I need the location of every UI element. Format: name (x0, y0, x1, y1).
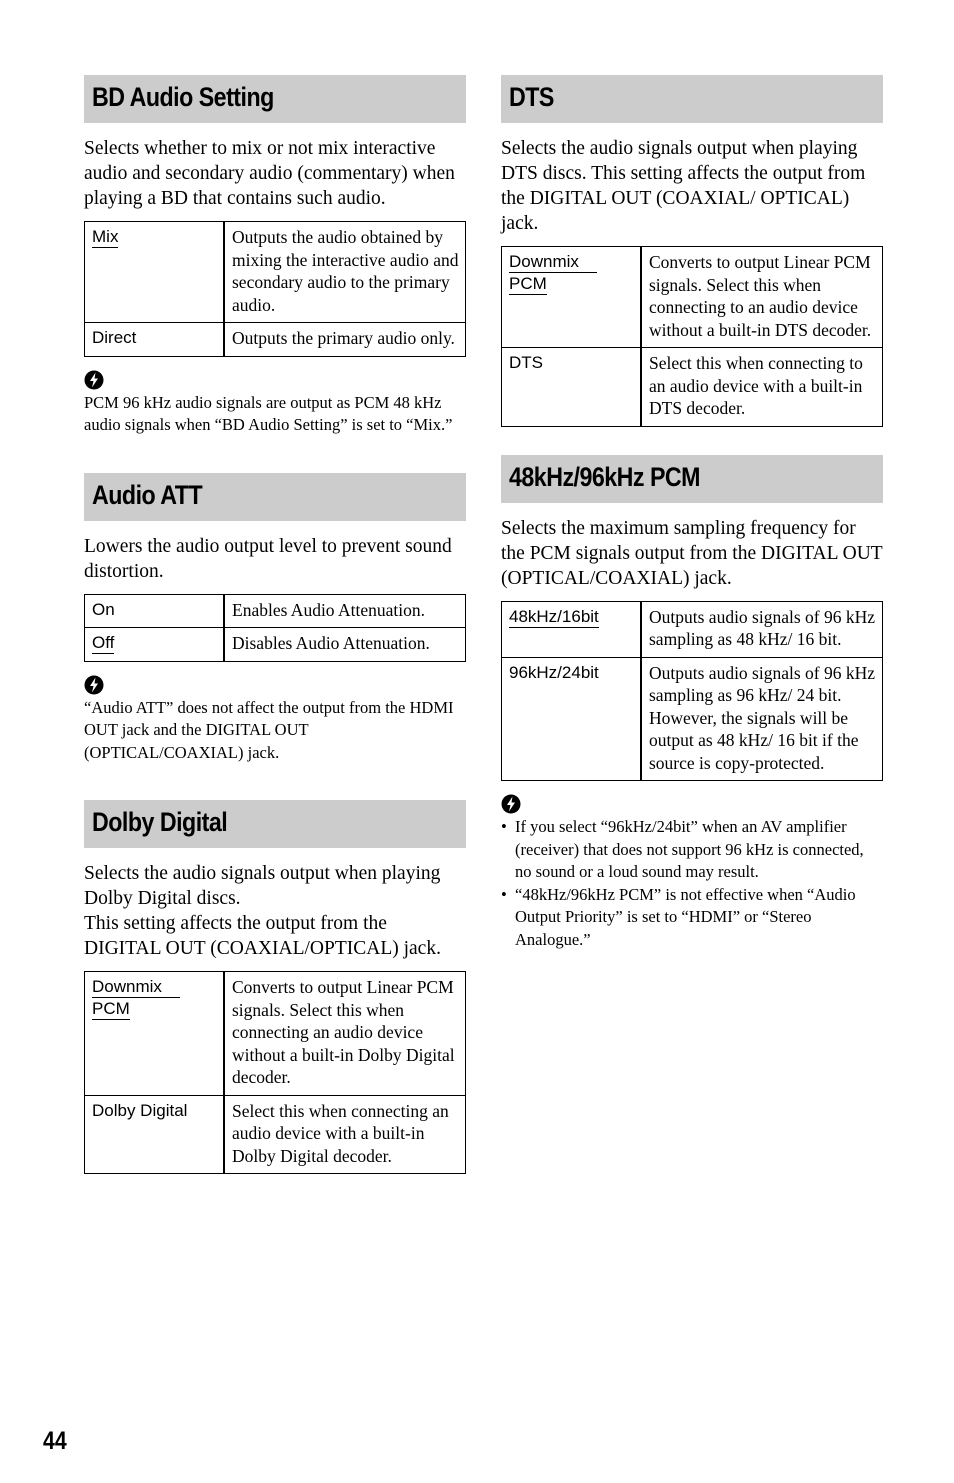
options-table: 48kHz/16bit Outputs audio signals of 96 … (501, 600, 883, 781)
left-column: BD Audio Setting Selects whether to mix … (84, 75, 466, 1174)
table-row: Mix Outputs the audio obtained by mixing… (84, 221, 466, 323)
option-description: Converts to output Linear PCM signals. S… (223, 971, 466, 1096)
hint-block: “Audio ATT” does not affect the output f… (84, 675, 466, 765)
section-intro: Selects the maximum sampling frequency f… (501, 517, 883, 589)
bullet: • (501, 817, 507, 836)
table-row: 96kHz/24bit Outputs audio signals of 96 … (501, 656, 883, 781)
option-name-default: 48kHz/16bit (509, 606, 599, 628)
option-name: On (84, 593, 225, 628)
section-title: BD Audio Setting (92, 82, 274, 112)
hint-list-item: • If you select “96kHz/24bit” when an AV … (501, 816, 883, 884)
section-title: Audio ATT (92, 479, 203, 510)
option-description: Converts to output Linear PCM signals. S… (640, 246, 883, 348)
table-row: Dolby Digital Select this when connectin… (84, 1094, 466, 1174)
section-intro: Selects the audio signals output when pl… (501, 138, 866, 234)
section-title: Dolby Digital (92, 807, 228, 837)
option-description: Outputs audio signals of 96 kHz sampling… (640, 656, 883, 781)
table-row: Direct Outputs the primary audio only. (84, 322, 466, 357)
section-header: 48kHz/96kHz PCM (501, 454, 883, 503)
option-name: Dolby Digital (84, 1094, 225, 1174)
option-name-default-line2: PCM (92, 999, 130, 1020)
section-title: DTS (509, 82, 554, 112)
options-table: Downmix PCM Converts to output Linear PC… (501, 246, 883, 427)
hint-icon (84, 370, 104, 389)
hint-text: “48kHz/96kHz PCM” is not effective when … (515, 884, 856, 949)
hint-block: PCM 96 kHz audio signals are output as P… (84, 370, 466, 437)
option-name-default: Mix (92, 227, 119, 248)
option-name-cell: Downmix PCM (84, 971, 225, 1096)
table-row: Downmix PCM Converts to output Linear PC… (84, 971, 466, 1096)
option-name-default-line1: Downmix (509, 252, 597, 273)
hint-list-item: • “48kHz/96kHz PCM” is not effective when… (501, 884, 883, 952)
hint-list: • If you select “96kHz/24bit” when an AV … (501, 816, 883, 951)
section-bd-audio-setting: BD Audio Setting Selects whether to mix … (84, 75, 466, 437)
section-header: Dolby Digital (84, 800, 466, 848)
option-name-cell: Off (84, 627, 225, 662)
table-row: On Enables Audio Attenuation. (84, 593, 466, 628)
options-table: Mix Outputs the audio obtained by mixing… (84, 221, 466, 357)
option-name-cell: Downmix PCM (501, 246, 642, 348)
hint-text: If you select “96kHz/24bit” when an AV a… (515, 817, 864, 881)
section-header: DTS (501, 75, 883, 123)
table-row: Off Disables Audio Attenuation. (84, 627, 466, 662)
section-intro: Lowers the audio output level to prevent… (84, 535, 452, 582)
section-title: 48kHz/96kHz PCM (509, 461, 701, 492)
option-name: DTS (501, 347, 642, 427)
page-number-text: 44 (43, 1427, 67, 1455)
right-column: DTS Selects the audio signals output whe… (501, 75, 883, 951)
option-name-default: Off (92, 633, 115, 654)
option-description: Enables Audio Attenuation. (223, 593, 466, 628)
table-row: Downmix PCM Converts to output Linear PC… (501, 246, 883, 348)
table-row: 48kHz/16bit Outputs audio signals of 96 … (501, 600, 883, 658)
section-dts: DTS Selects the audio signals output whe… (501, 75, 883, 427)
section-audio-att: Audio ATT Lowers the audio output level … (84, 472, 466, 765)
hint-text: PCM 96 kHz audio signals are output as P… (84, 392, 453, 435)
hint-block: • If you select “96kHz/24bit” when an AV … (501, 794, 883, 951)
section-intro-continued: This setting affects the output from the… (84, 913, 441, 959)
option-name-cell: 48kHz/16bit (501, 600, 642, 658)
option-description: Select this when connecting an audio dev… (223, 1094, 466, 1174)
bullet: • (501, 884, 507, 904)
section-header: Audio ATT (84, 472, 466, 521)
table-row: DTS Select this when connecting to an au… (501, 347, 883, 427)
options-table: Downmix PCM Converts to output Linear PC… (84, 971, 466, 1174)
option-description: Outputs audio signals of 96 kHz sampling… (640, 600, 883, 658)
option-name-cell: Mix (84, 221, 225, 323)
hint-icon (84, 675, 104, 694)
option-name-default-line2: PCM (509, 274, 547, 295)
option-description: Outputs the audio obtained by mixing the… (223, 221, 466, 323)
hint-text: “Audio ATT” does not affect the output f… (84, 697, 454, 762)
option-description: Outputs the primary audio only. (223, 322, 466, 357)
option-description: Select this when connecting to an audio … (640, 347, 883, 427)
section-48khz-96khz-pcm: 48kHz/96kHz PCM Selects the maximum samp… (501, 454, 883, 952)
option-name: 96kHz/24bit (501, 656, 642, 781)
section-intro: Selects the audio signals output when pl… (84, 863, 441, 909)
option-name-default-line1: Downmix (92, 977, 180, 998)
section-dolby-digital: Dolby Digital Selects the audio signals … (84, 800, 466, 1174)
page-number: 44 (43, 1427, 71, 1456)
option-name: Direct (84, 322, 225, 357)
options-table: On Enables Audio Attenuation. Off Disabl… (84, 593, 466, 662)
section-intro: Selects whether to mix or not mix intera… (84, 138, 455, 209)
section-header: BD Audio Setting (84, 75, 466, 123)
option-description: Disables Audio Attenuation. (223, 627, 466, 662)
hint-icon (501, 794, 521, 814)
